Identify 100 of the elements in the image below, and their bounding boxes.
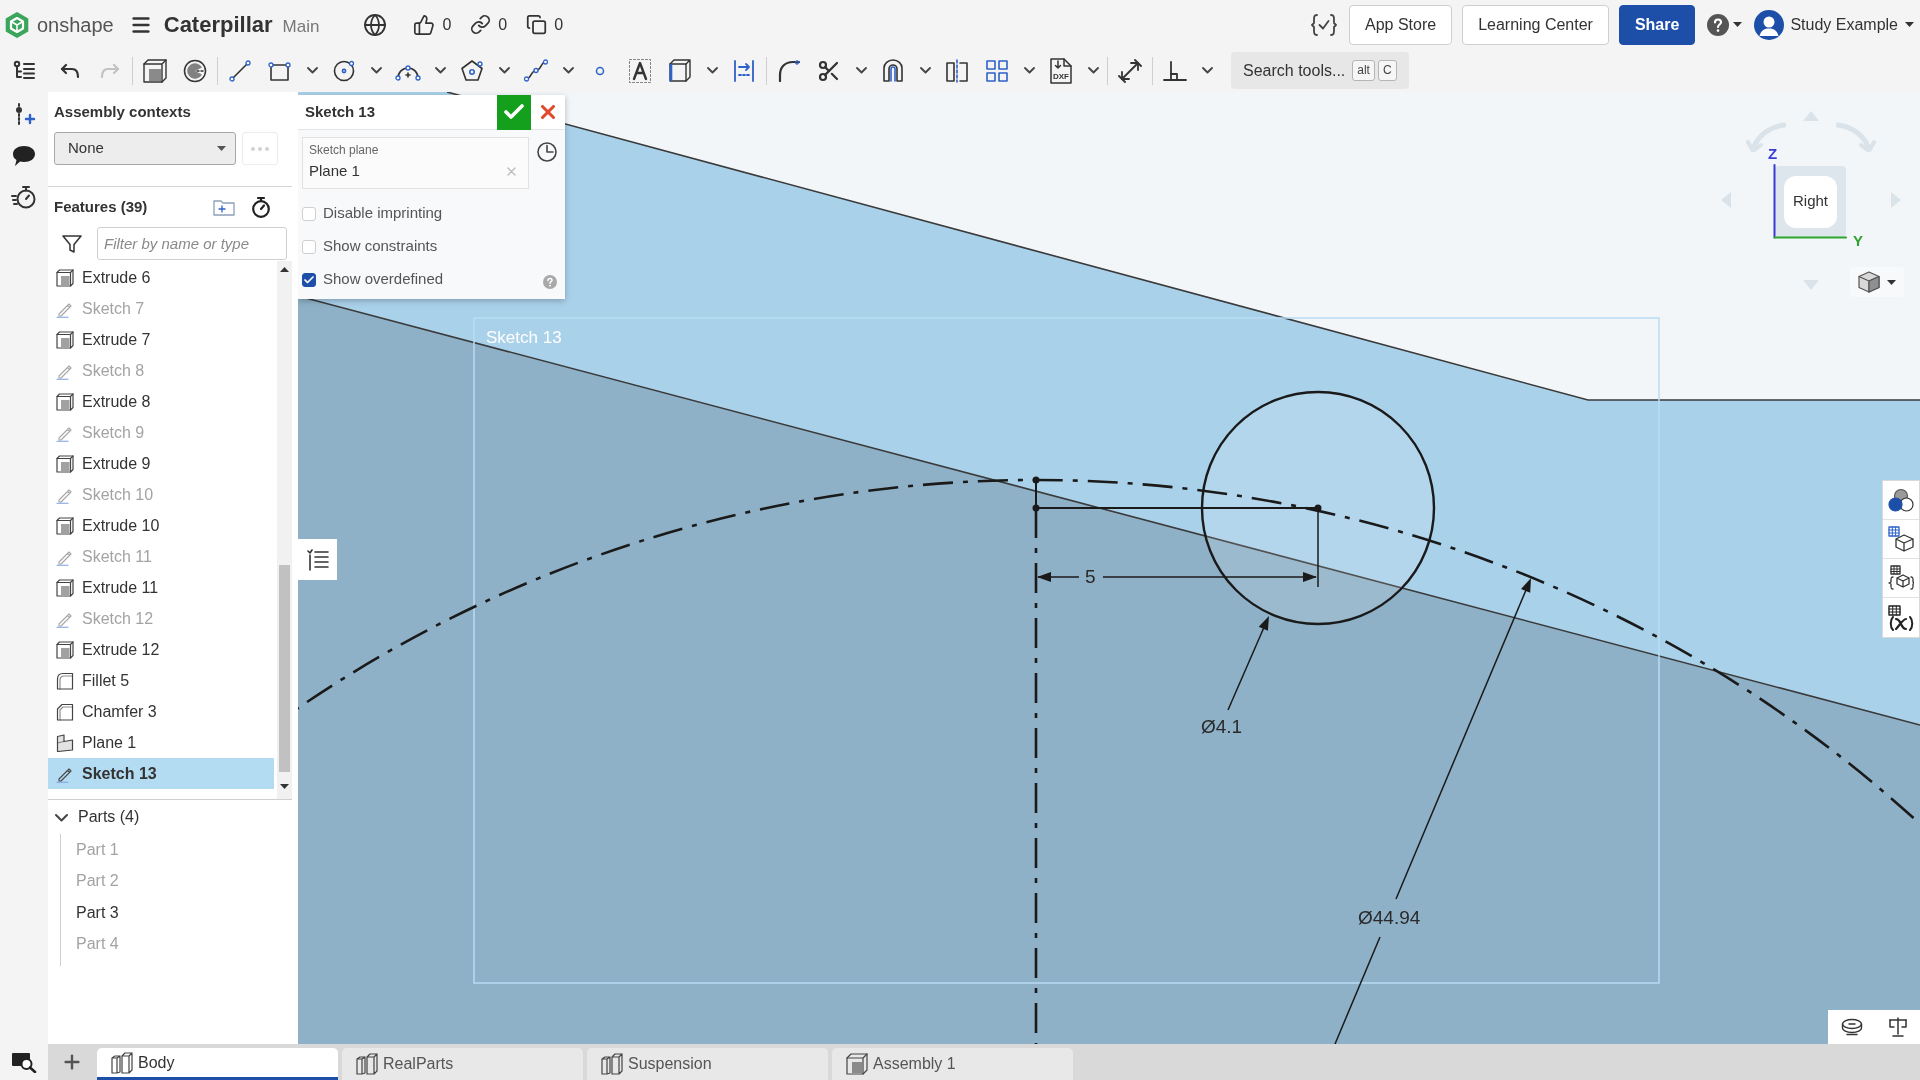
feature-item[interactable]: Extrude 6 [48, 262, 274, 293]
document-icon[interactable] [1049, 57, 1073, 84]
speech-bubble-icon[interactable] [12, 145, 36, 167]
accept-button[interactable] [497, 94, 531, 130]
tab[interactable]: Suspension [587, 1048, 828, 1080]
mirror-icon[interactable] [945, 58, 969, 83]
circles-icon[interactable] [1888, 488, 1914, 512]
checkbox[interactable] [302, 272, 316, 287]
feature-item[interactable]: Extrude 7 [48, 324, 274, 355]
box-icon [56, 516, 74, 535]
text-tool-icon[interactable] [628, 57, 652, 84]
cube-outline-icon[interactable] [668, 58, 692, 83]
feature-item[interactable]: Extrude 12 [48, 634, 274, 665]
view-cube-face[interactable]: Right [1775, 166, 1846, 237]
caret-icon[interactable] [1733, 22, 1743, 27]
caret-icon[interactable] [706, 67, 718, 74]
monitor-search-icon[interactable] [11, 1051, 37, 1073]
dimension-label[interactable]: Ø4.1 [1201, 716, 1243, 738]
caret-icon[interactable] [217, 146, 226, 151]
caret-icon[interactable] [855, 67, 867, 74]
part-item[interactable]: Part 3 [76, 897, 119, 929]
corner-arc-icon[interactable] [778, 59, 800, 82]
feature-item[interactable]: Fillet 5 [48, 665, 274, 696]
scrollbar-thumb[interactable] [279, 565, 290, 772]
box-icon[interactable] [143, 58, 167, 83]
tab[interactable]: RealParts [342, 1048, 583, 1080]
u-shape-icon[interactable] [882, 58, 904, 83]
feature-item[interactable]: Sketch 13 [48, 758, 274, 789]
caret-icon[interactable] [1905, 22, 1914, 27]
line-icon[interactable] [229, 59, 251, 82]
diagonal-arrow-icon[interactable] [1118, 58, 1142, 83]
grid-icon[interactable] [986, 59, 1008, 82]
disk-stack-icon[interactable] [1840, 1018, 1863, 1036]
sketch-name-label: Sketch 13 [486, 327, 562, 349]
header-button[interactable]: Share [1618, 4, 1696, 45]
pentagon-icon[interactable] [460, 59, 484, 82]
feature-item[interactable]: Extrude 10 [48, 510, 274, 541]
feature-tree-icon[interactable] [13, 59, 35, 82]
circle-icon[interactable] [332, 58, 356, 83]
bracket-arrow-icon[interactable] [733, 58, 755, 83]
stopwatch-icon[interactable] [11, 185, 37, 209]
list-button[interactable] [298, 539, 337, 580]
user-name[interactable]: Study Example [1790, 12, 1898, 37]
dimension-label[interactable]: 5 [1085, 566, 1096, 588]
caret-icon[interactable] [306, 67, 318, 74]
caret-icon[interactable] [370, 67, 382, 74]
caret-icon[interactable] [1887, 279, 1896, 285]
feature-item[interactable]: Plane 1 [48, 727, 274, 758]
section-title: Features (39) [54, 196, 148, 217]
folder-plus-icon[interactable] [213, 197, 235, 216]
caret-icon[interactable] [1201, 67, 1213, 74]
braces-check-icon[interactable] [1311, 12, 1337, 37]
avatar-icon[interactable] [1754, 9, 1785, 40]
sketch-plane-field[interactable]: Sketch plane Plane 1 [302, 137, 529, 189]
search-tools-button[interactable]: Search tools... alt C [1231, 52, 1409, 89]
thumbs-up-icon[interactable] [413, 13, 436, 36]
spline-icon[interactable] [524, 59, 548, 82]
filter-input[interactable]: Filter by name or type [97, 227, 287, 260]
parts-icon [111, 1051, 133, 1074]
undo-icon[interactable] [60, 62, 80, 79]
field-label: Sketch plane [309, 142, 380, 158]
balance-icon[interactable] [1887, 1017, 1908, 1037]
view-mode-button[interactable] [1850, 267, 1904, 297]
feature-item[interactable]: Extrude 11 [48, 572, 274, 603]
header-button[interactable]: Learning Center [1462, 4, 1609, 45]
tab[interactable]: Body [97, 1048, 338, 1080]
feature-item[interactable]: Chamfer 3 [48, 696, 274, 727]
clock-icon[interactable] [537, 142, 557, 162]
section-title[interactable]: Parts (4) [78, 807, 140, 827]
tab[interactable]: Assembly 1 [832, 1048, 1073, 1080]
table-cube-icon[interactable] [1888, 526, 1914, 552]
dimension-label[interactable]: Ø44.94 [1358, 907, 1421, 929]
disc-wedge-icon[interactable] [183, 58, 207, 83]
caret-icon[interactable] [562, 67, 574, 74]
globe-icon[interactable] [363, 12, 388, 37]
point-icon[interactable] [595, 65, 605, 76]
caret-icon[interactable] [498, 67, 510, 74]
caret-icon[interactable] [434, 67, 446, 74]
stopwatch-icon[interactable] [251, 195, 271, 218]
caret-icon[interactable] [919, 67, 931, 74]
caret-icon[interactable] [1087, 67, 1099, 74]
function-table-icon[interactable] [1888, 604, 1914, 631]
scissors-icon[interactable] [817, 58, 841, 83]
feature-item[interactable]: Extrude 9 [48, 448, 274, 479]
help-icon[interactable] [1707, 13, 1730, 36]
caret-icon[interactable] [1023, 67, 1035, 74]
brand-name: onshape [37, 12, 114, 37]
scroll-down-icon[interactable] [280, 784, 289, 789]
perpendicular-icon[interactable] [1163, 59, 1187, 82]
header-button[interactable]: App Store [1349, 4, 1453, 45]
contexts-select[interactable]: None [54, 132, 236, 165]
braces-cube-icon[interactable] [1888, 565, 1914, 591]
feature-item[interactable]: Extrude 8 [48, 386, 274, 417]
link-icon[interactable] [470, 14, 492, 35]
filter-icon[interactable] [62, 233, 82, 254]
field-value: Plane 1 [309, 162, 360, 180]
rectangle-icon[interactable] [268, 59, 292, 82]
copy-icon[interactable] [526, 14, 548, 35]
scroll-up-icon[interactable] [280, 267, 289, 272]
list-icon [306, 548, 329, 571]
